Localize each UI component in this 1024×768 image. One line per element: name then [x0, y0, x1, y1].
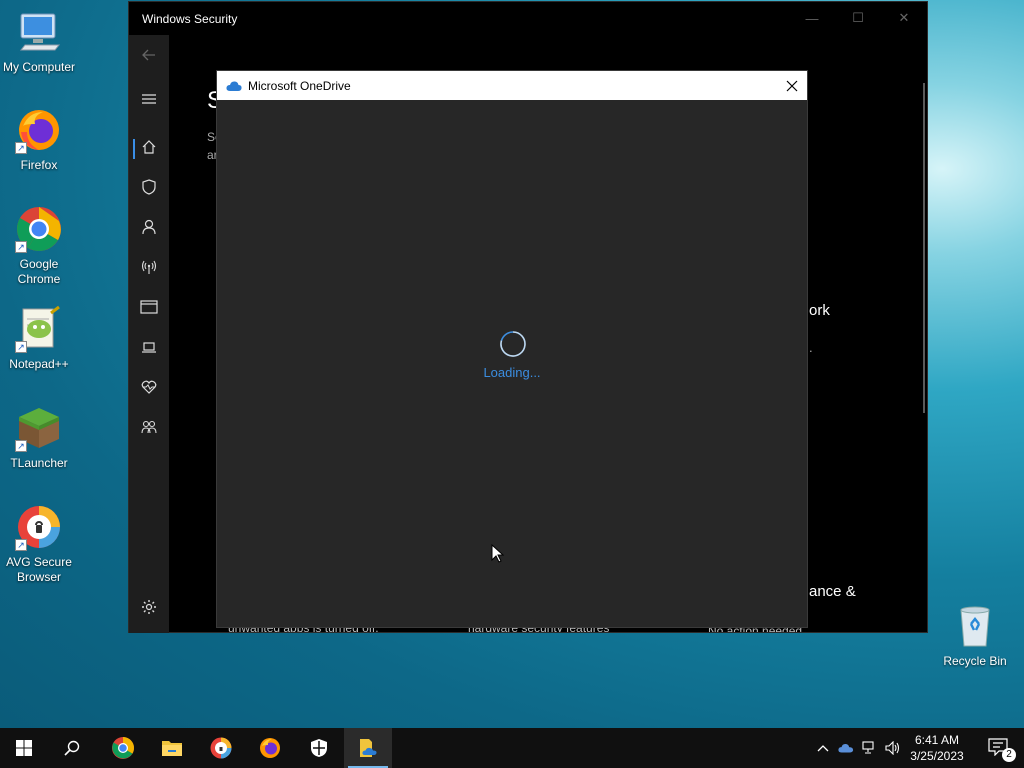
heart-pulse-icon[interactable] [129, 367, 169, 407]
desktop-icon-label: AVG Secure Browser [6, 555, 72, 584]
taskbar-file-explorer[interactable] [148, 728, 196, 768]
window-title: Windows Security [142, 11, 238, 26]
search-icon [64, 740, 80, 756]
security-sidebar [129, 35, 169, 633]
desktop-icon-label: Google Chrome [17, 257, 61, 286]
desktop-icon-avg-secure-browser[interactable]: ↗ AVG Secure Browser [0, 503, 78, 585]
dialog-title: Microsoft OneDrive [248, 78, 351, 93]
avg-browser-icon: ↗ [15, 503, 63, 551]
desktop-icon-recycle-bin[interactable]: Recycle Bin [936, 602, 1014, 669]
taskbar-onedrive-setup[interactable] [344, 728, 392, 768]
desktop-icon-firefox[interactable]: ↗ Firefox [0, 106, 78, 173]
desktop-icon-label: My Computer [2, 60, 76, 74]
action-center-button[interactable]: 2 [988, 738, 1016, 762]
dialog-titlebar[interactable]: Microsoft OneDrive [217, 71, 807, 100]
dialog-close-button[interactable] [777, 71, 807, 100]
avg-browser-icon [210, 737, 232, 759]
onedrive-tray-icon[interactable] [838, 740, 854, 756]
shield-icon[interactable] [129, 167, 169, 207]
start-icon [16, 740, 32, 756]
maximize-button[interactable]: ☐ [835, 2, 881, 34]
window-titlebar[interactable]: Windows Security — ☐ ✕ [129, 2, 927, 35]
shortcut-arrow-icon: ↗ [15, 440, 27, 452]
close-button[interactable]: ✕ [881, 2, 927, 34]
family-icon[interactable] [129, 407, 169, 447]
computer-icon [15, 8, 63, 56]
home-icon[interactable] [129, 127, 169, 167]
notification-count-badge: 2 [1002, 748, 1016, 762]
taskbar-search-button[interactable] [48, 728, 96, 768]
close-icon [786, 80, 798, 91]
network-icon[interactable] [862, 740, 878, 756]
start-button[interactable] [0, 728, 48, 768]
taskbar-avg-browser[interactable] [197, 728, 245, 768]
onedrive-cloud-icon [226, 80, 242, 92]
onedrive-dialog: Microsoft OneDrive Loading... [216, 70, 808, 628]
desktop-icon-label: Notepad++ [9, 357, 69, 371]
clock-time: 6:41 AM [914, 733, 960, 747]
desktop-icon-label: Firefox [20, 158, 58, 172]
taskbar-chrome[interactable] [99, 728, 147, 768]
back-arrow-icon[interactable] [129, 35, 169, 75]
mouse-cursor-icon [491, 544, 505, 563]
desktop-icon-google-chrome[interactable]: ↗ Google Chrome [0, 205, 78, 287]
desktop-icon-my-computer[interactable]: My Computer [0, 8, 78, 75]
scrollbar[interactable] [923, 83, 925, 413]
taskbar-windows-security[interactable] [295, 728, 343, 768]
tile-heading: ance & [809, 583, 856, 600]
taskbar-firefox[interactable] [246, 728, 294, 768]
shortcut-arrow-icon: ↗ [15, 241, 27, 253]
wifi-antenna-icon[interactable] [129, 247, 169, 287]
shortcut-arrow-icon: ↗ [15, 142, 27, 154]
person-icon[interactable] [129, 207, 169, 247]
shortcut-arrow-icon: ↗ [15, 539, 27, 551]
tile-text: . [809, 340, 813, 355]
laptop-icon[interactable] [129, 327, 169, 367]
desktop-icon-label: Recycle Bin [943, 654, 1007, 668]
minimize-button[interactable]: — [789, 2, 835, 34]
notepad-plus-plus-icon: ↗ [15, 305, 63, 353]
loading-text: Loading... [483, 365, 541, 380]
browser-window-icon[interactable] [129, 287, 169, 327]
onedrive-setup-icon [360, 739, 377, 757]
hamburger-menu-icon[interactable] [129, 79, 169, 119]
gear-icon[interactable] [129, 587, 169, 627]
shortcut-arrow-icon: ↗ [15, 341, 27, 353]
chrome-icon [112, 737, 134, 759]
desktop-icon-tlauncher[interactable]: ↗ TLauncher [0, 404, 78, 471]
show-hidden-icons-chevron-icon[interactable] [815, 740, 831, 756]
taskbar: 6:41 AM 3/25/2023 2 [0, 728, 1024, 768]
recycle-bin-icon [951, 602, 999, 650]
clock-date: 3/25/2023 [910, 749, 964, 763]
windows-security-icon [311, 739, 327, 757]
firefox-icon: ↗ [15, 106, 63, 154]
desktop-icon-notepad-plus-plus[interactable]: ↗ Notepad++ [0, 305, 78, 372]
loading-spinner-icon [500, 331, 526, 357]
desktop-icon-label: TLauncher [10, 456, 68, 470]
file-explorer-icon [162, 741, 182, 756]
tile-heading: ork [809, 302, 830, 319]
chrome-icon: ↗ [15, 205, 63, 253]
volume-icon[interactable] [885, 740, 901, 756]
firefox-icon [260, 738, 280, 758]
minecraft-grass-block-icon: ↗ [15, 404, 63, 452]
system-clock[interactable]: 6:41 AM 3/25/2023 [902, 732, 972, 764]
